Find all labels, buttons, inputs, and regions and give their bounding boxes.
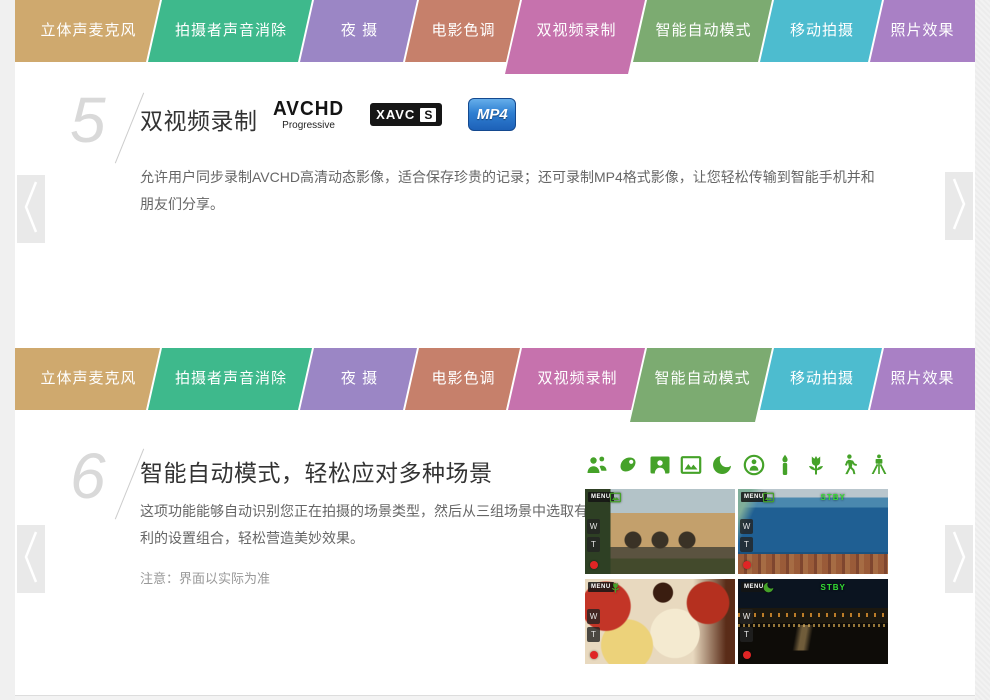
zoom-tele-button: T <box>587 537 600 552</box>
stby-status-label: STBY <box>820 583 846 592</box>
record-dot-icon <box>590 651 598 659</box>
page: 立体声麦克风 拍摄者声音消除 夜 摄 电影色调 双视频录制 智能自动模式 移动拍… <box>0 0 990 700</box>
zoom-wide-button: W <box>587 519 600 534</box>
feature-tab-label: 拍摄者声音消除 <box>174 22 287 39</box>
backlight-icon <box>648 453 672 477</box>
feature-tab[interactable]: 移动拍摄 <box>760 348 882 410</box>
feature-tab[interactable]: 智能自动模式 <box>633 0 772 62</box>
portrait-group-icon <box>585 453 609 477</box>
feature-tab[interactable]: 智能自动模式 <box>630 348 772 422</box>
feature-tab-label: 移动拍摄 <box>789 22 854 39</box>
carousel-next-button[interactable] <box>945 525 973 593</box>
chevron-left-icon <box>21 529 41 590</box>
feature-tab-label: 双视频录制 <box>536 22 617 39</box>
camera-screen-thumb-coast: MENU STBY W T <box>738 489 888 574</box>
camera-screen-thumb-night: MENU STBY W T <box>738 579 888 664</box>
section-title: 智能自动模式，轻松应对多种场景 <box>140 460 493 486</box>
feature-tabbar-2: 立体声麦克风 拍摄者声音消除 夜 摄 电影色调 双视频录制 智能自动模式 移动拍… <box>15 348 975 422</box>
feature-tab-label: 智能自动模式 <box>655 22 752 39</box>
section-body-text: 允许用户同步录制AVCHD高清动态影像，适合保存珍贵的记录；还可录制MP4格式影… <box>140 169 875 212</box>
section-number: 6 <box>70 440 106 512</box>
format-logos: AVCHD Progressive XAVC S MP4 <box>273 97 517 131</box>
feature-tab[interactable]: 夜 摄 <box>300 0 417 62</box>
zoom-wide-button: W <box>587 609 600 624</box>
scene-mini-icon <box>762 581 775 594</box>
feature-tab[interactable]: 移动拍摄 <box>760 0 882 62</box>
scene-media-block: MENU W T MENU STBY W T MENU W T MENU STB… <box>585 452 891 664</box>
carousel-next-button[interactable] <box>945 172 973 240</box>
record-dot-icon <box>743 561 751 569</box>
zoom-wide-button: W <box>740 519 753 534</box>
section-6-panel: 6 智能自动模式，轻松应对多种场景 这项功能能够自动识别您正在拍摄的场景类型，然… <box>15 410 975 695</box>
mp4-logo: MP4 <box>468 98 517 131</box>
stby-status-label: STBY <box>820 493 846 502</box>
feature-tabbar-1: 立体声麦克风 拍摄者声音消除 夜 摄 电影色调 双视频录制 智能自动模式 移动拍… <box>15 0 975 74</box>
feature-tab[interactable]: 拍摄者声音消除 <box>148 348 312 410</box>
feature-tab[interactable]: 双视频录制 <box>508 348 645 410</box>
feature-tab-label: 双视频录制 <box>537 370 618 387</box>
content-column: 立体声麦克风 拍摄者声音消除 夜 摄 电影色调 双视频录制 智能自动模式 移动拍… <box>15 0 975 700</box>
record-dot-icon <box>743 651 751 659</box>
feature-tab-label: 立体声麦克风 <box>40 22 137 39</box>
feature-tab-label: 拍摄者声音消除 <box>174 370 287 387</box>
feature-tab-label: 立体声麦克风 <box>40 370 137 387</box>
chevron-left-icon <box>21 179 41 240</box>
feature-tab[interactable]: 双视频录制 <box>505 0 645 74</box>
feature-tab-label: 照片效果 <box>890 370 955 387</box>
zoom-tele-button: T <box>587 627 600 642</box>
section-number: 5 <box>70 84 106 156</box>
camera-screens-grid: MENU W T MENU STBY W T MENU W T MENU STB… <box>585 489 891 664</box>
section-body-text: 这项功能能够自动识别您正在拍摄的场景类型，然后从三组场景中选取有利的设置组合，轻… <box>140 503 588 546</box>
scene-mini-icon <box>609 581 622 594</box>
zoom-wide-button: W <box>740 609 753 624</box>
chevron-right-icon <box>949 176 969 237</box>
feature-tab-label: 夜 摄 <box>340 22 379 39</box>
baby-icon <box>616 453 640 477</box>
walk-icon <box>836 453 860 477</box>
feature-tab-label: 电影色调 <box>431 22 496 39</box>
section-divider <box>15 695 975 700</box>
feature-tab[interactable]: 电影色调 <box>405 348 520 410</box>
spotlight-icon <box>742 453 766 477</box>
feature-tab-label: 智能自动模式 <box>654 370 751 387</box>
feature-tab[interactable]: 立体声麦克风 <box>15 348 160 410</box>
section-6: 立体声麦克风 拍摄者声音消除 夜 摄 电影色调 双视频录制 智能自动模式 移动拍… <box>15 348 975 695</box>
feature-tab[interactable]: 照片效果 <box>870 348 975 410</box>
night-scene-icon <box>710 453 734 477</box>
section-note: 注意：界面以实际为准 <box>140 571 271 586</box>
tripod-icon <box>867 453 891 477</box>
feature-tab[interactable]: 拍摄者声音消除 <box>148 0 312 62</box>
record-dot-icon <box>590 561 598 569</box>
zoom-tele-button: T <box>740 537 753 552</box>
chevron-right-icon <box>949 529 969 590</box>
page-edge-texture <box>975 0 990 700</box>
low-light-icon <box>773 453 797 477</box>
section-5-panel: 5 双视频录制 AVCHD Progressive XAVC S MP4 允许用… <box>15 62 975 348</box>
camera-screen-thumb-food: MENU W T <box>585 579 735 664</box>
zoom-tele-button: T <box>740 627 753 642</box>
camera-screen-thumb-bridge: MENU W T <box>585 489 735 574</box>
scene-mini-icon <box>609 491 622 504</box>
feature-tab[interactable]: 立体声麦克风 <box>15 0 160 62</box>
feature-tab[interactable]: 电影色调 <box>405 0 520 62</box>
macro-icon <box>804 453 828 477</box>
feature-tab-label: 电影色调 <box>431 370 496 387</box>
carousel-prev-button[interactable] <box>17 525 45 593</box>
landscape-icon <box>679 453 703 477</box>
feature-tab-label: 夜 摄 <box>340 370 379 387</box>
carousel-prev-button[interactable] <box>17 175 45 243</box>
xavcs-logo: XAVC S <box>370 103 443 126</box>
section-title: 双视频录制 <box>140 108 258 134</box>
scene-icons-row <box>585 452 891 478</box>
feature-tab[interactable]: 照片效果 <box>870 0 975 62</box>
feature-tab[interactable]: 夜 摄 <box>300 348 417 410</box>
feature-tab-label: 移动拍摄 <box>789 370 854 387</box>
section-5: 立体声麦克风 拍摄者声音消除 夜 摄 电影色调 双视频录制 智能自动模式 移动拍… <box>15 0 975 348</box>
feature-tab-label: 照片效果 <box>890 22 955 39</box>
avchd-logo: AVCHD Progressive <box>273 97 345 131</box>
scene-mini-icon <box>762 491 775 504</box>
